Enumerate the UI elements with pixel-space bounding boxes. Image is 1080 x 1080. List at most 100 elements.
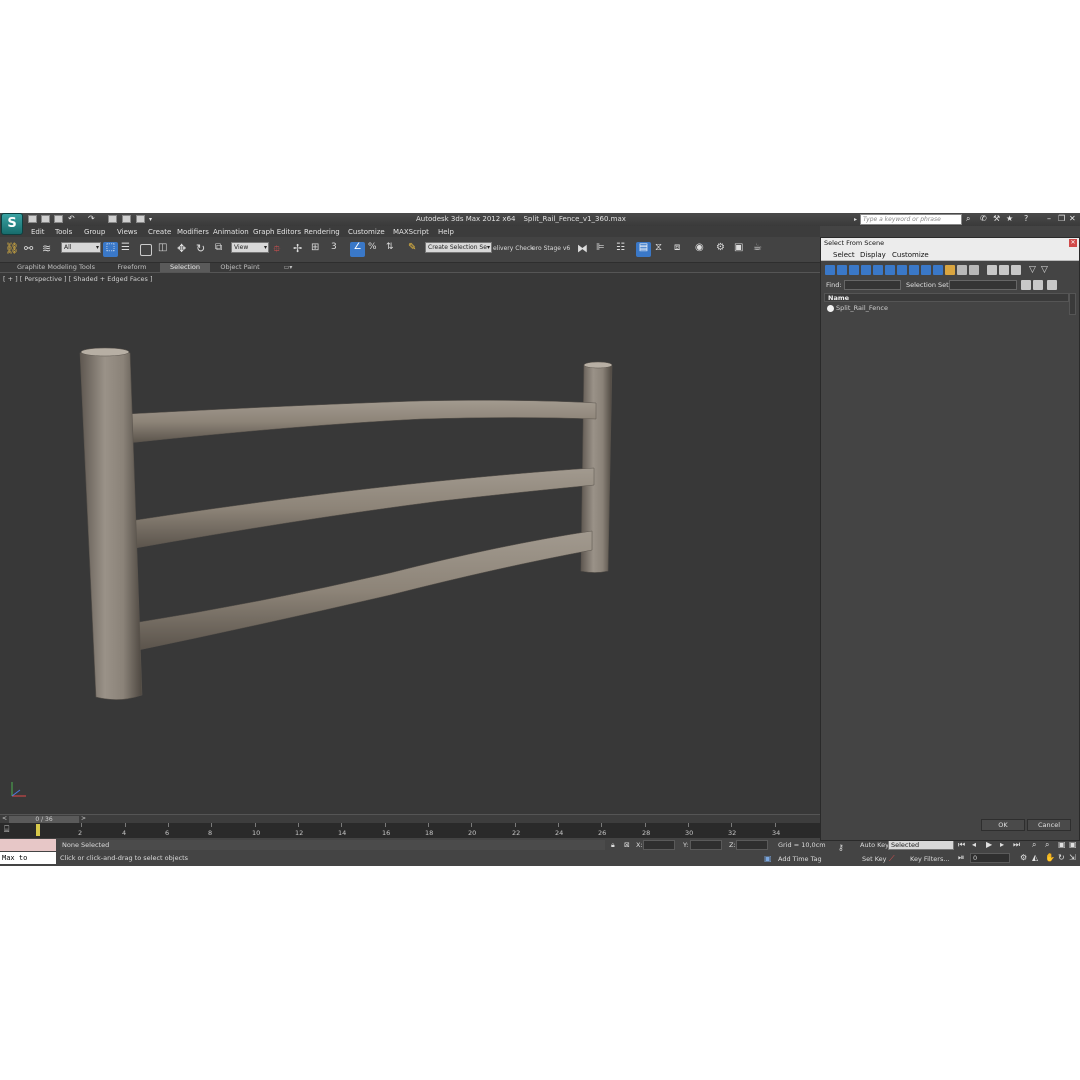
display-cameras-icon[interactable] [861, 265, 871, 275]
bind-space-warp-icon[interactable]: ≋ [42, 242, 57, 257]
display-bones-icon[interactable] [921, 265, 931, 275]
selection-lock-icon[interactable]: 🔒︎ [611, 841, 615, 850]
menu-graph-editors[interactable]: Graph Editors [253, 228, 301, 236]
unlink-icon[interactable]: ⚯ [24, 242, 39, 257]
save-file-icon[interactable] [54, 215, 63, 223]
column-header-name[interactable]: Name [824, 293, 1069, 302]
filter-options-icon[interactable]: ▽ [1041, 265, 1051, 275]
x-coordinate-field[interactable] [643, 840, 675, 850]
move-icon[interactable]: ✥ [177, 242, 192, 257]
new-file-icon[interactable] [28, 215, 37, 223]
selection-filter-dropdown[interactable]: All [61, 242, 101, 253]
display-shapes-icon[interactable] [837, 265, 847, 275]
sync-selection-icon[interactable] [1011, 265, 1021, 275]
go-to-end-icon[interactable]: ⏭ [1013, 840, 1020, 850]
align-icon[interactable]: ⊫ [596, 242, 611, 257]
rendered-frame-icon[interactable]: ▣ [734, 242, 749, 257]
go-to-start-icon[interactable]: ⏮ [958, 840, 965, 850]
select-influences-icon[interactable] [1047, 280, 1057, 290]
undo-icon[interactable]: ↶ [68, 214, 75, 223]
filter-icon[interactable]: ▽ [1029, 265, 1039, 275]
scale-icon[interactable]: ⧉ [215, 242, 230, 257]
display-hidden-icon[interactable] [957, 265, 967, 275]
quick-access-dropdown-icon[interactable]: ▾ [149, 216, 152, 223]
edit-named-selection-icon[interactable]: ✎ [408, 242, 423, 257]
reference-coordinate-dropdown[interactable]: View [231, 242, 269, 253]
set-key-button[interactable]: Set Key [862, 855, 887, 863]
selection-set-dropdown[interactable] [949, 280, 1017, 290]
menu-animation[interactable]: Animation [213, 228, 249, 236]
help-icon[interactable]: ? [1024, 214, 1028, 223]
zoom-extents-all-icon[interactable]: ▣ [1069, 840, 1077, 849]
display-invert-icon[interactable] [999, 265, 1009, 275]
y-coordinate-field[interactable] [690, 840, 722, 850]
angle-snap-button[interactable]: ∠ [350, 242, 365, 257]
absolute-mode-icon[interactable]: ⊠ [624, 841, 630, 849]
add-time-tag-button[interactable]: Add Time Tag [778, 855, 822, 863]
menu-create[interactable]: Create [148, 228, 171, 236]
dialog-menu-display[interactable]: Display [860, 251, 886, 259]
auto-key-button[interactable]: Auto Key [860, 841, 889, 849]
z-coordinate-field[interactable] [736, 840, 768, 850]
snaps-toggle-icon[interactable]: 3 [331, 242, 346, 257]
dialog-menu-select[interactable]: Select [833, 251, 855, 259]
zoom-extents-icon[interactable]: ▣ [1058, 840, 1066, 849]
open-file-icon[interactable] [41, 215, 50, 223]
ok-button[interactable]: OK [981, 819, 1025, 831]
select-by-name-icon[interactable]: ☰ [121, 242, 136, 257]
display-frozen-icon[interactable] [945, 265, 955, 275]
restore-icon[interactable]: ❐ [1058, 214, 1065, 223]
graphite-toggle-button[interactable]: ▤ [636, 242, 651, 257]
time-slider-prev-icon[interactable]: < [2, 815, 7, 822]
stage-label[interactable]: ero Stage v6 [532, 245, 570, 252]
perspective-viewport[interactable]: [ + ] [ Perspective ] [ Shaded + Edged F… [0, 272, 820, 814]
search-expand-icon[interactable]: ▸ [854, 216, 857, 223]
set-key-icon[interactable]: ⟋ [889, 854, 895, 864]
display-all-icon[interactable] [969, 265, 979, 275]
field-of-view-icon[interactable]: ◭ [1032, 853, 1038, 862]
tab-graphite-modeling-tools[interactable]: Graphite Modeling Tools [10, 263, 102, 272]
select-dependents-icon[interactable] [1021, 280, 1031, 290]
percent-snap-icon[interactable]: % [368, 242, 383, 257]
time-slider[interactable]: < 0 / 36 > [0, 814, 820, 823]
minimize-icon[interactable]: – [1047, 214, 1051, 223]
ribbon-options-icon[interactable]: ▭▾ [280, 263, 296, 272]
cancel-button[interactable]: Cancel [1027, 819, 1071, 831]
display-geometry-icon[interactable] [825, 265, 835, 275]
find-input[interactable] [844, 280, 901, 290]
layout-icon[interactable] [136, 215, 145, 223]
list-item[interactable]: Split_Rail_Fence [824, 304, 1069, 313]
curve-editor-icon[interactable]: ⧖ [655, 242, 670, 257]
maxscript-listener-top[interactable] [0, 839, 56, 851]
maxscript-listener-input[interactable]: Max to Physc. [0, 852, 56, 864]
render-setup-icon[interactable]: ⚙ [716, 242, 731, 257]
time-slider-thumb[interactable]: 0 / 36 [9, 816, 79, 823]
redo-icon[interactable]: ↷ [88, 214, 95, 223]
mirror-icon[interactable]: ⧓ [577, 242, 592, 257]
display-containers-icon[interactable] [933, 265, 943, 275]
material-editor-icon[interactable]: ◉ [695, 242, 710, 257]
menu-help[interactable]: Help [438, 228, 454, 236]
window-crossing-icon[interactable]: ◫ [158, 242, 173, 257]
current-frame-marker[interactable] [36, 824, 40, 836]
select-children-icon[interactable] [1033, 280, 1043, 290]
app-logo-icon[interactable]: S [1, 213, 23, 235]
key-icon[interactable]: ⚷ [838, 843, 844, 852]
time-config-icon[interactable]: ⚙ [1020, 853, 1027, 862]
select-object-button[interactable]: ⬚ [103, 242, 118, 257]
dialog-close-icon[interactable]: ✕ [1069, 239, 1077, 247]
close-icon[interactable]: ✕ [1069, 214, 1076, 223]
list-scrollbar[interactable] [1069, 293, 1076, 315]
time-tag-icon[interactable]: ▣ [764, 854, 772, 863]
orbit-icon[interactable]: ↻ [1058, 853, 1065, 862]
menu-rendering[interactable]: Rendering [304, 228, 340, 236]
display-xrefs-icon[interactable] [909, 265, 919, 275]
render-production-icon[interactable]: ☕ [753, 242, 768, 257]
tab-object-paint[interactable]: Object Paint [216, 263, 264, 272]
pan-icon[interactable]: ✋ [1045, 853, 1055, 862]
display-groups-icon[interactable] [897, 265, 907, 275]
display-helpers-icon[interactable] [873, 265, 883, 275]
time-slider-next-icon[interactable]: > [81, 815, 86, 822]
display-none-icon[interactable] [987, 265, 997, 275]
spinner-snap-icon[interactable]: ⇅ [386, 242, 401, 257]
